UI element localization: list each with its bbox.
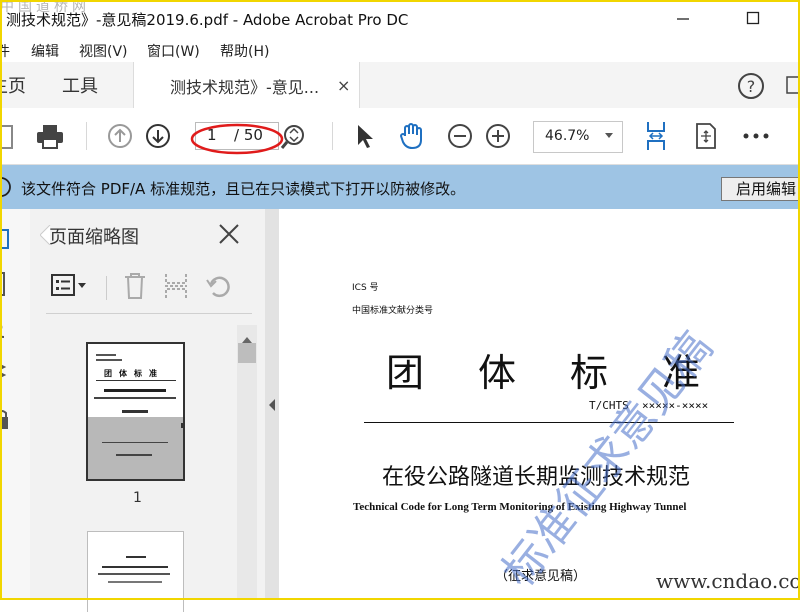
help-icon[interactable]: ?: [737, 72, 765, 104]
rotate-page-icon[interactable]: [205, 271, 233, 305]
next-page-icon[interactable]: [142, 120, 174, 152]
highlight-ellipse: [190, 122, 286, 162]
thumbnail-options-icon[interactable]: [50, 271, 90, 303]
site-watermark: www.cndao.com: [656, 569, 800, 593]
page-stepper-icon[interactable]: [278, 120, 310, 152]
scrolling-mode-icon[interactable]: [640, 120, 672, 152]
page-thumbnail-1[interactable]: 团体标准: [88, 344, 183, 479]
tab-home[interactable]: 主页: [0, 62, 26, 108]
navigation-rail: [0, 209, 31, 600]
ics-number: ICS 号: [352, 283, 379, 293]
big-title-char-3: 标: [570, 351, 609, 395]
tab-document[interactable]: 测技术规范》-意见... ×: [133, 62, 360, 109]
chinese-title: 在役公路隧道长期监测技术规范: [382, 465, 691, 490]
bookmarks-nav-icon[interactable]: [0, 271, 10, 301]
zoom-out-icon[interactable]: [444, 120, 476, 152]
delete-page-icon[interactable]: [122, 271, 148, 305]
attachments-nav-icon[interactable]: [0, 317, 10, 343]
menu-help[interactable]: 帮助(H): [220, 41, 269, 61]
panel-collapse-strip[interactable]: [265, 209, 279, 600]
title-bar: 测技术规范》-意见稿2019.6.pdf - Adobe Acrobat Pro…: [0, 0, 800, 36]
menu-view[interactable]: 视图(V): [79, 41, 128, 61]
security-nav-icon[interactable]: [0, 409, 10, 435]
zoom-select[interactable]: 46.7%: [533, 121, 623, 153]
info-icon: [0, 176, 12, 202]
page-thumbnails-panel: 页面缩略图 团体标准 1: [30, 209, 266, 612]
save-icon[interactable]: [0, 120, 18, 152]
svg-text:?: ?: [747, 77, 756, 96]
enable-editing-button[interactable]: 启用编辑: [721, 177, 800, 201]
menu-bar: 件 编辑 视图(V) 窗口(W) 帮助(H): [0, 36, 800, 62]
layers-nav-icon[interactable]: [0, 359, 10, 389]
page-thumbnail-2[interactable]: [88, 532, 183, 612]
fit-page-icon[interactable]: [690, 120, 722, 152]
panel-title: 页面缩略图: [49, 227, 139, 248]
scrollbar-thumb[interactable]: [238, 343, 256, 363]
notice-text: 该文件符合 PDF/A 标准规范，且已在只读模式下打开以防被修改。: [21, 180, 466, 198]
title-rule: [364, 422, 734, 423]
extract-page-icon[interactable]: [163, 271, 189, 305]
thumbnail-label-1: 1: [133, 490, 142, 506]
big-title-char-2: 体: [478, 351, 517, 395]
sign-in-icon[interactable]: [785, 74, 800, 96]
document-viewport[interactable]: ICS 号 中国标准文献分类号 团 体 标 准 T/CHTS ×××××-×××…: [279, 209, 800, 600]
collapse-arrow-icon[interactable]: [267, 397, 277, 416]
big-title-char-1: 团: [386, 351, 425, 395]
menu-edit[interactable]: 编辑: [31, 41, 59, 61]
pdfa-notice-bar: 该文件符合 PDF/A 标准规范，且已在只读模式下打开以防被修改。 启用编辑: [0, 165, 800, 209]
site-watermark-top: 中国道桥网: [0, 0, 90, 15]
maximize-icon[interactable]: [738, 6, 768, 30]
zoom-in-icon[interactable]: [482, 120, 514, 152]
tabs-bar: 主页 工具 测技术规范》-意见... × ?: [0, 62, 800, 109]
tab-tools[interactable]: 工具: [62, 62, 98, 108]
document-tab-label: 测技术规范》-意见...: [170, 77, 320, 97]
minimize-icon[interactable]: [668, 6, 698, 30]
menu-file[interactable]: 件: [0, 41, 10, 61]
hand-tool-icon[interactable]: [396, 120, 428, 152]
select-tool-icon[interactable]: [348, 120, 380, 152]
toolbar: 1 / 50 46.7%: [0, 108, 800, 165]
chevron-down-icon: [604, 128, 614, 146]
menu-window[interactable]: 窗口(W): [147, 41, 200, 61]
thumbnails-scrollbar[interactable]: [237, 325, 257, 600]
more-tools-icon[interactable]: [740, 120, 772, 152]
zoom-value: 46.7%: [545, 128, 590, 144]
close-tab-icon[interactable]: ×: [337, 76, 350, 95]
close-panel-icon[interactable]: [218, 223, 240, 249]
classification-number: 中国标准文献分类号: [352, 306, 434, 316]
previous-page-icon[interactable]: [104, 120, 136, 152]
print-icon[interactable]: [34, 120, 66, 152]
page-thumbnails-nav-icon[interactable]: [0, 227, 14, 255]
